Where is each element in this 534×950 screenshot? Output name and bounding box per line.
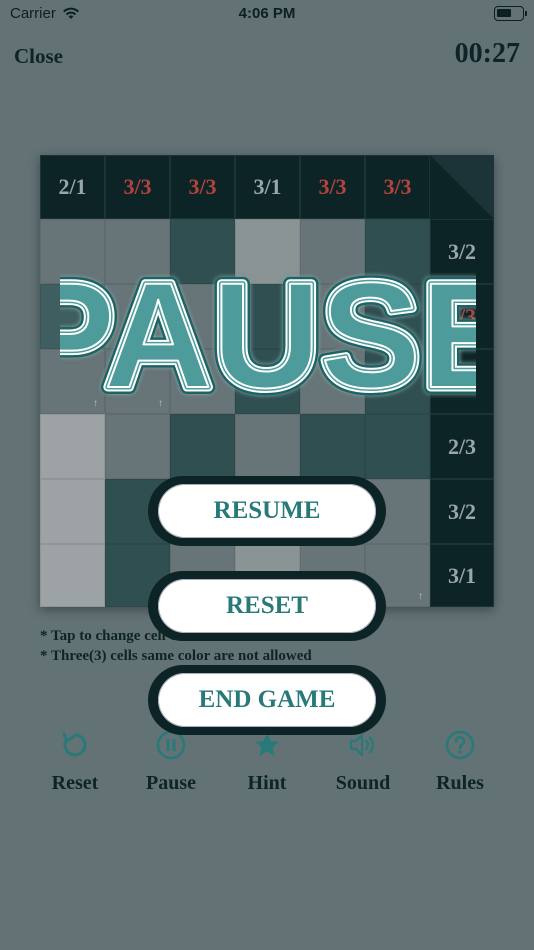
bottom-toolbar: Reset Pause Hint Sound Rules [0,728,534,808]
board-corner [430,155,494,219]
reset-tool-button[interactable]: Reset [27,728,123,795]
column-header: 3/3 [170,155,235,219]
battery-icon [494,6,527,21]
reset-button[interactable]: RESET [148,571,386,641]
instruction-line: * Three(3) cells same color are not allo… [40,648,312,664]
grid-cell[interactable] [170,414,235,479]
reset-tool-label: Reset [51,772,99,794]
column-header: 3/1 [235,155,300,219]
end-game-button[interactable]: END GAME [148,665,386,735]
pause-tool-label: Pause [146,772,196,794]
column-header: 3/3 [105,155,170,219]
status-bar: Carrier 4:06 PM [0,0,534,28]
hint-tool-label: Hint [247,772,287,794]
grid-cell[interactable] [365,414,430,479]
grid-cell[interactable] [105,414,170,479]
game-timer: 00:27 [454,38,520,69]
column-header: 3/3 [365,155,430,219]
sound-tool-label: Sound [335,772,391,794]
grid-cell[interactable] [300,414,365,479]
row-header: 3/2 [430,479,494,544]
svg-text:PAUSE: PAUSE [60,255,476,405]
column-header: 3/3 [300,155,365,219]
grid-cell[interactable] [40,479,105,544]
reset-button-label: RESET [158,579,376,633]
grid-cell[interactable] [235,414,300,479]
clock: 4:06 PM [238,5,296,22]
grid-cell[interactable] [40,544,105,607]
resume-button[interactable]: RESUME [148,476,386,546]
pause-tool-button[interactable]: Pause [123,728,219,795]
close-button[interactable]: Close [14,44,63,69]
rules-tool-button[interactable]: Rules [412,728,508,795]
column-header: 2/1 [40,155,105,219]
rules-tool-label: Rules [436,772,484,794]
help-icon [445,730,475,760]
grid-cell[interactable] [40,414,105,479]
resume-button-label: RESUME [158,484,376,538]
reset-icon [62,732,87,757]
row-header: 2/3 [430,414,494,479]
end-game-button-label: END GAME [158,673,376,727]
pin-marker: ↑ [418,591,423,602]
row-header: 3/1 [430,544,494,607]
pause-title: PAUSE PAUSE PAUSE PAUSE [60,255,476,405]
top-bar: Close 00:27 [0,38,534,78]
hint-tool-button[interactable]: Hint [219,728,315,795]
sound-tool-button[interactable]: Sound [315,728,411,795]
